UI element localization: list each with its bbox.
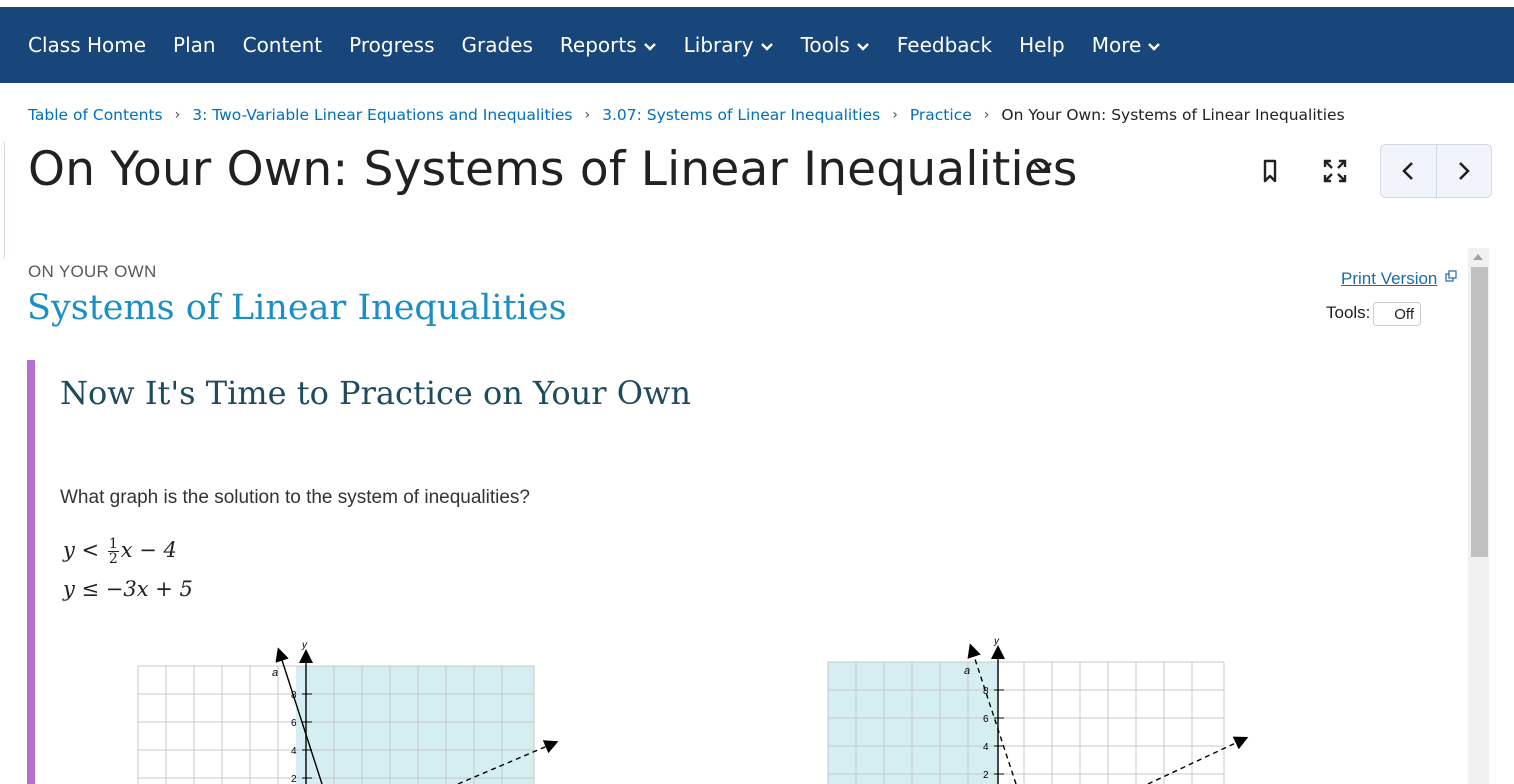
- callout-title: Now It's Time to Practice on Your Own: [60, 374, 691, 412]
- breadcrumb-link[interactable]: Table of Contents: [28, 106, 163, 124]
- breadcrumb-separator-icon: ›: [174, 107, 181, 123]
- nav-reports[interactable]: Reports: [560, 33, 657, 57]
- previous-topic-button[interactable]: [1381, 145, 1437, 197]
- next-topic-button[interactable]: [1437, 145, 1492, 197]
- side-panel-edge[interactable]: [0, 140, 5, 260]
- top-navigation: Class Home Plan Content Progress Grades …: [0, 7, 1514, 83]
- shaded-region: [828, 662, 998, 784]
- y-axis-label: y: [993, 636, 1000, 647]
- bookmark-icon[interactable]: [1258, 158, 1282, 184]
- nav-feedback[interactable]: Feedback: [897, 33, 992, 57]
- breadcrumb-separator-icon: ›: [983, 107, 990, 123]
- y-axis-label: y: [301, 640, 308, 651]
- nav-help[interactable]: Help: [1019, 33, 1065, 57]
- inequality-1: y < 12x − 4: [63, 537, 177, 566]
- nav-more[interactable]: More: [1092, 33, 1162, 57]
- chevron-down-icon: [643, 43, 656, 51]
- breadcrumb-link[interactable]: 3.07: Systems of Linear Inequalities: [602, 106, 880, 124]
- title-menu-chevron-icon[interactable]: [1032, 160, 1054, 174]
- scrollbar-thumb[interactable]: [1471, 267, 1488, 557]
- chevron-down-icon: [1148, 43, 1161, 51]
- tools-toggle[interactable]: Off: [1373, 302, 1421, 326]
- nav-progress[interactable]: Progress: [349, 33, 434, 57]
- callout-accent-bar: [27, 360, 35, 784]
- inequality-1-right: x − 4: [120, 538, 177, 562]
- nav-tools[interactable]: Tools: [801, 33, 870, 57]
- y-tick-label: 4: [291, 746, 297, 757]
- y-tick-label: 2: [983, 770, 989, 781]
- inequality-2: y ≤ −3x + 5: [63, 577, 193, 601]
- breadcrumb-current: On Your Own: Systems of Linear Inequalit…: [1001, 106, 1345, 124]
- line-label: a: [964, 665, 970, 677]
- chevron-left-icon: [1402, 162, 1414, 180]
- tools-label: Tools:: [1326, 303, 1371, 322]
- inequality-1-left: y <: [63, 538, 100, 562]
- y-tick-label: 6: [983, 714, 989, 725]
- answer-graph-a[interactable]: y 8 6 4 2 a: [128, 636, 568, 784]
- section-title: Systems of Linear Inequalities: [27, 288, 567, 328]
- breadcrumb-separator-icon: ›: [892, 107, 898, 123]
- chevron-down-icon: [760, 43, 773, 51]
- nav-content[interactable]: Content: [243, 33, 323, 57]
- chevron-right-icon: [1458, 162, 1470, 180]
- breadcrumb-link[interactable]: Practice: [910, 106, 972, 124]
- topic-pager: [1380, 144, 1492, 198]
- content-overline: ON YOUR OWN: [28, 262, 157, 281]
- external-window-icon: [1445, 270, 1457, 282]
- breadcrumb-link[interactable]: 3: Two-Variable Linear Equations and Ine…: [192, 106, 572, 124]
- boundary-line-b: [1147, 736, 1249, 784]
- tools-toggle-state: Off: [1394, 305, 1414, 323]
- breadcrumb: Table of Contents › 3: Two-Variable Line…: [28, 106, 1345, 124]
- fraction-numerator: 1: [107, 536, 119, 552]
- nav-plan[interactable]: Plan: [173, 33, 216, 57]
- shaded-region: [296, 666, 534, 784]
- breadcrumb-separator-icon: ›: [584, 107, 591, 123]
- fullscreen-icon[interactable]: [1322, 158, 1348, 184]
- nav-class-home[interactable]: Class Home: [28, 33, 146, 57]
- chevron-down-icon: [857, 43, 869, 51]
- nav-grades[interactable]: Grades: [462, 33, 533, 57]
- scroll-up-arrow-icon[interactable]: [1473, 254, 1483, 260]
- answer-graph-b[interactable]: y 8 6 4 2 a: [818, 632, 1258, 784]
- question-text: What graph is the solution to the system…: [60, 487, 530, 508]
- print-version-link[interactable]: Print Version: [1341, 269, 1437, 289]
- line-label: a: [272, 667, 278, 679]
- fraction: 12: [107, 536, 119, 567]
- y-tick-label: 4: [983, 742, 989, 753]
- page-title: On Your Own: Systems of Linear Inequalit…: [28, 142, 1078, 197]
- nav-library[interactable]: Library: [684, 33, 774, 57]
- fraction-denominator: 2: [108, 551, 118, 567]
- y-tick-label: 2: [291, 774, 297, 784]
- y-tick-label: 6: [291, 718, 297, 729]
